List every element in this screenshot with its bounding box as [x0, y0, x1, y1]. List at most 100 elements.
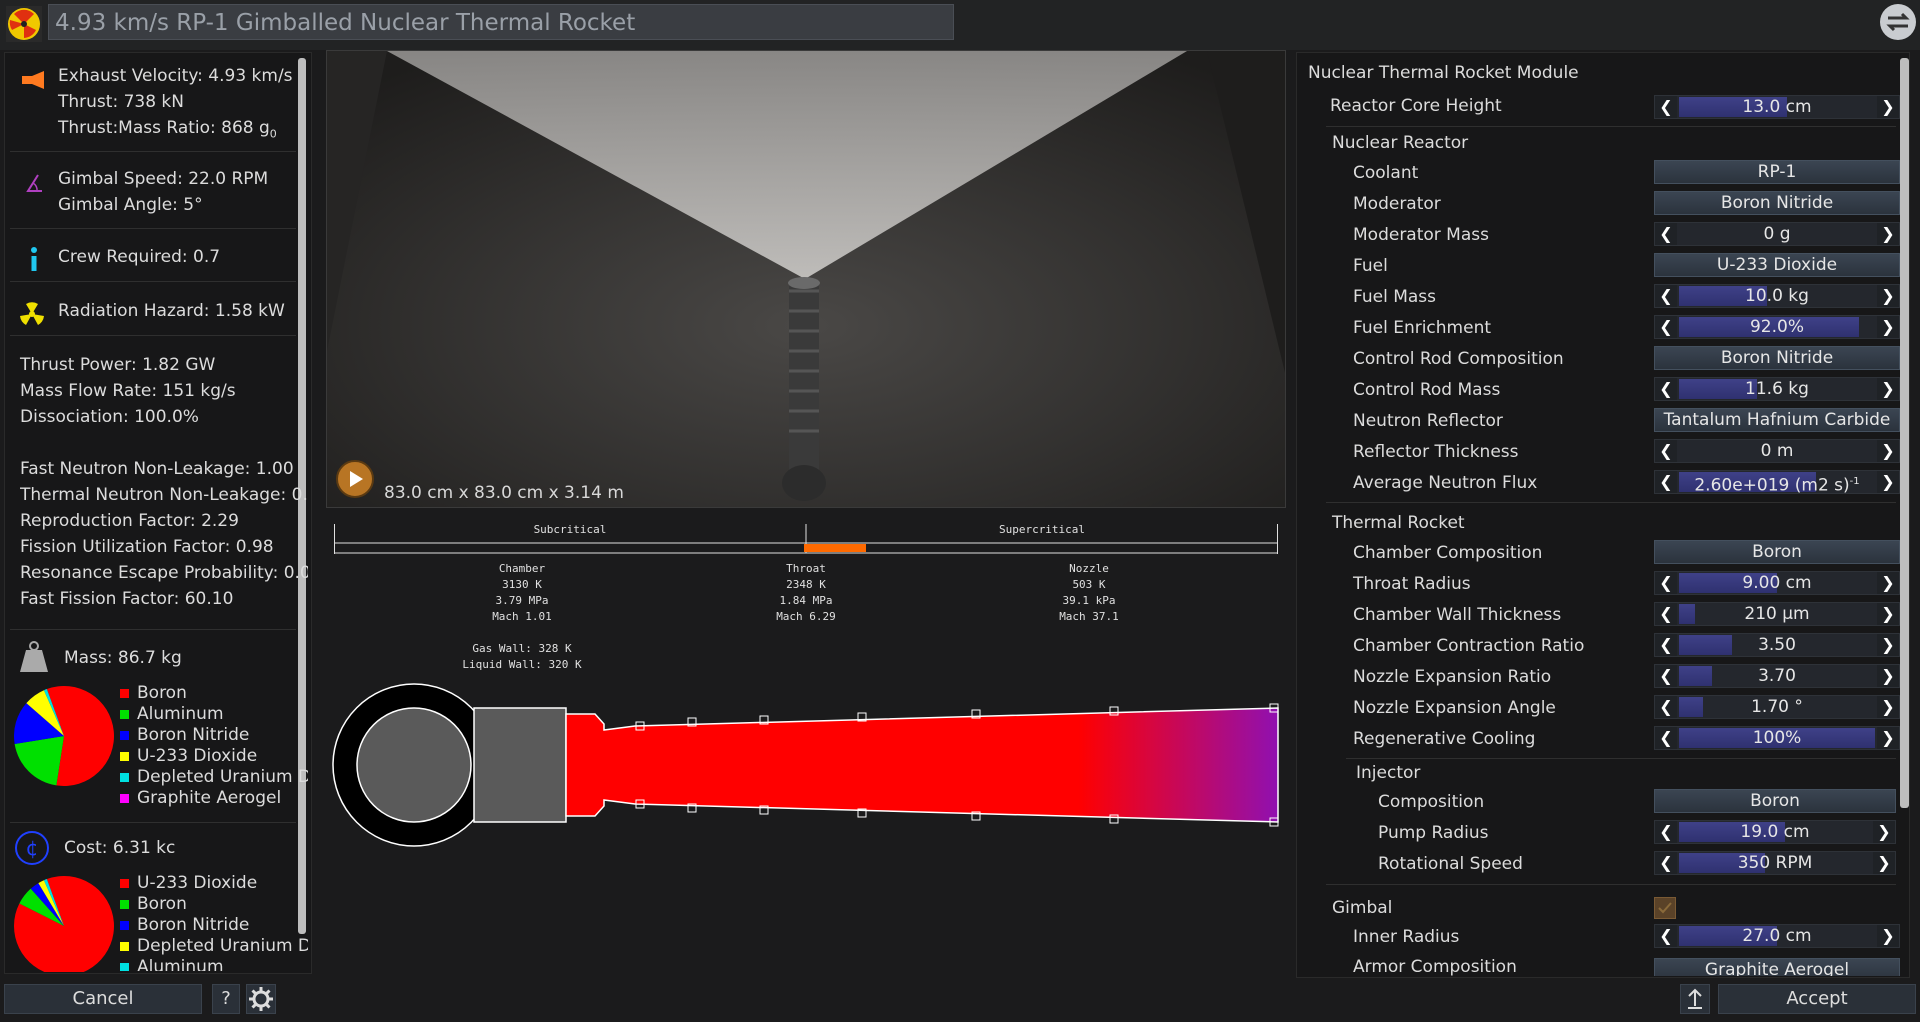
3d-viewport[interactable]	[326, 50, 1286, 508]
neutron-reflector-dropdown[interactable]: Tantalum Hafnium Carbide	[1654, 408, 1900, 432]
increase-button[interactable]: ❯	[1877, 665, 1899, 687]
chamber-composition-dropdown[interactable]: Boron	[1654, 540, 1900, 564]
decrease-button[interactable]: ❮	[1655, 316, 1677, 338]
nozzle-expansion-ratio-label: Nozzle Expansion Ratio	[1353, 667, 1552, 687]
legend-swatch	[120, 688, 129, 698]
injector-composition-dropdown[interactable]: Boron	[1654, 789, 1896, 813]
injector-composition-label: Composition	[1378, 792, 1485, 812]
increase-button[interactable]: ❯	[1877, 925, 1899, 947]
criticality-level	[804, 544, 866, 552]
control-rod-composition-dropdown[interactable]: Boron Nitride	[1654, 346, 1900, 370]
decrease-button[interactable]: ❮	[1655, 634, 1677, 656]
legend-swatch	[120, 941, 129, 951]
control-rod-mass-stepper[interactable]: ❮ ❯ 11.6 kg	[1654, 377, 1900, 401]
increase-button[interactable]: ❯	[1877, 223, 1899, 245]
accept-button[interactable]: Accept	[1718, 984, 1916, 1014]
decrease-button[interactable]: ❮	[1655, 852, 1677, 874]
increase-button[interactable]: ❯	[1877, 440, 1899, 462]
divider	[1326, 502, 1896, 503]
decrease-button[interactable]: ❮	[1655, 471, 1677, 493]
settings-button[interactable]	[246, 984, 276, 1014]
increase-button[interactable]: ❯	[1877, 603, 1899, 625]
decrease-button[interactable]: ❮	[1655, 223, 1677, 245]
dissociation-stat: Dissociation: 100.0%	[20, 407, 199, 427]
legend-label: Graphite Aerogel	[137, 788, 282, 808]
fuel-mass-stepper[interactable]: ❮ ❯ 10.0 kg	[1654, 284, 1900, 308]
decrease-button[interactable]: ❮	[1655, 696, 1677, 718]
decrease-button[interactable]: ❮	[1655, 821, 1677, 843]
fuel-dropdown[interactable]: U-233 Dioxide	[1654, 253, 1900, 277]
help-button[interactable]: ?	[212, 984, 240, 1014]
coolant-dropdown[interactable]: RP-1	[1654, 160, 1900, 184]
increase-button[interactable]: ❯	[1877, 316, 1899, 338]
pump-radius-stepper[interactable]: ❮ ❯ 19.0 cm	[1654, 820, 1896, 844]
decrease-button[interactable]: ❮	[1655, 603, 1677, 625]
module-title: Nuclear Thermal Rocket Module	[1308, 63, 1579, 83]
divider	[10, 629, 296, 630]
legend-label: Boron	[137, 894, 187, 914]
chamber-wall-thickness-stepper[interactable]: ❮ ❯ 210 μm	[1654, 602, 1900, 626]
increase-button[interactable]: ❯	[1877, 572, 1899, 594]
decrease-button[interactable]: ❮	[1655, 925, 1677, 947]
export-button[interactable]	[1680, 984, 1710, 1014]
moderator-mass-stepper[interactable]: ❮ ❯ 0 g	[1654, 222, 1900, 246]
resonance-escape-probability-stat: Resonance Escape Probability: 0.02	[20, 563, 308, 583]
legend-item: U-233 Dioxide	[120, 746, 257, 766]
legend-label: Boron	[137, 683, 187, 703]
divider	[10, 151, 296, 152]
chamber-contraction-ratio-stepper[interactable]: ❮ ❯ 3.50	[1654, 633, 1900, 657]
decrease-button[interactable]: ❮	[1655, 285, 1677, 307]
cost-label: Cost: 6.31 kc	[64, 838, 176, 858]
decrease-button[interactable]: ❮	[1655, 727, 1677, 749]
pie-slice	[14, 736, 64, 786]
increase-button[interactable]: ❯	[1877, 634, 1899, 656]
decrease-button[interactable]: ❮	[1655, 572, 1677, 594]
increase-button[interactable]: ❯	[1877, 378, 1899, 400]
subcritical-label: Subcritical	[533, 523, 607, 536]
criticality-bar	[333, 522, 1279, 554]
increase-button[interactable]: ❯	[1877, 727, 1899, 749]
play-button[interactable]	[336, 460, 374, 498]
throat-radius-label: Throat Radius	[1353, 574, 1471, 594]
increase-button[interactable]: ❯	[1877, 471, 1899, 493]
cost-icon: ¢	[14, 830, 50, 866]
gear-icon	[249, 987, 273, 1011]
regenerative-cooling-stepper[interactable]: ❮ ❯ 100%	[1654, 726, 1900, 750]
increase-button[interactable]: ❯	[1877, 96, 1899, 118]
decrease-button[interactable]: ❮	[1655, 665, 1677, 687]
average-neutron-flux-stepper[interactable]: ❮ ❯ 2.60e+019 (m2 s)-1	[1654, 470, 1900, 496]
properties-scrollbar[interactable]	[1900, 58, 1909, 808]
fuel-enrichment-stepper[interactable]: ❮ ❯ 92.0%	[1654, 315, 1900, 339]
decrease-button[interactable]: ❮	[1655, 96, 1677, 118]
divider	[1326, 884, 1896, 885]
mass-flow-rate-stat: Mass Flow Rate: 151 kg/s	[20, 381, 236, 401]
swap-view-button[interactable]	[1880, 4, 1916, 40]
cancel-button[interactable]: Cancel	[4, 984, 202, 1014]
checkmark-icon	[1658, 902, 1672, 914]
chamber-contraction-ratio-label: Chamber Contraction Ratio	[1353, 636, 1585, 656]
nozzle-expansion-ratio-stepper[interactable]: ❮ ❯ 3.70	[1654, 664, 1900, 688]
moderator-dropdown[interactable]: Boron Nitride	[1654, 191, 1900, 215]
rotational-speed-stepper[interactable]: ❮ ❯ 350 RPM	[1654, 851, 1896, 875]
decrease-button[interactable]: ❮	[1655, 378, 1677, 400]
moderator-label: Moderator	[1353, 194, 1441, 214]
increase-button[interactable]: ❯	[1877, 285, 1899, 307]
radiation-logo-icon	[6, 6, 42, 42]
armor-composition-dropdown[interactable]: Graphite Aerogel	[1654, 958, 1900, 976]
throat-radius-stepper[interactable]: ❮ ❯ 9.00 cm	[1654, 571, 1900, 595]
increase-button[interactable]: ❯	[1873, 852, 1895, 874]
armor-row: Armor Composition Graphite Aerogel	[1297, 954, 1909, 976]
thermal-neutron-non-leakage-stat: Thermal Neutron Non-Leakage: 0.99	[20, 485, 308, 505]
inner-radius-stepper[interactable]: ❮ ❯ 27.0 cm	[1654, 924, 1900, 948]
nozzle-expansion-angle-stepper[interactable]: ❮ ❯ 1.70 °	[1654, 695, 1900, 719]
increase-button[interactable]: ❯	[1877, 696, 1899, 718]
design-name-input[interactable]: 4.93 km/s RP-1 Gimballed Nuclear Thermal…	[48, 4, 954, 40]
gimbal-checkbox[interactable]	[1654, 897, 1676, 919]
throat-stats: Throat 2348 K 1.84 MPa Mach 6.29	[776, 562, 836, 623]
increase-button[interactable]: ❯	[1873, 821, 1895, 843]
supercritical-label: Supercritical	[998, 523, 1086, 536]
divider	[10, 822, 296, 823]
decrease-button[interactable]: ❮	[1655, 440, 1677, 462]
reflector-thickness-stepper[interactable]: ❮ ❯ 0 m	[1654, 439, 1900, 463]
reactor-core-height-stepper[interactable]: ❮ ❯ 13.0 cm	[1654, 95, 1900, 119]
